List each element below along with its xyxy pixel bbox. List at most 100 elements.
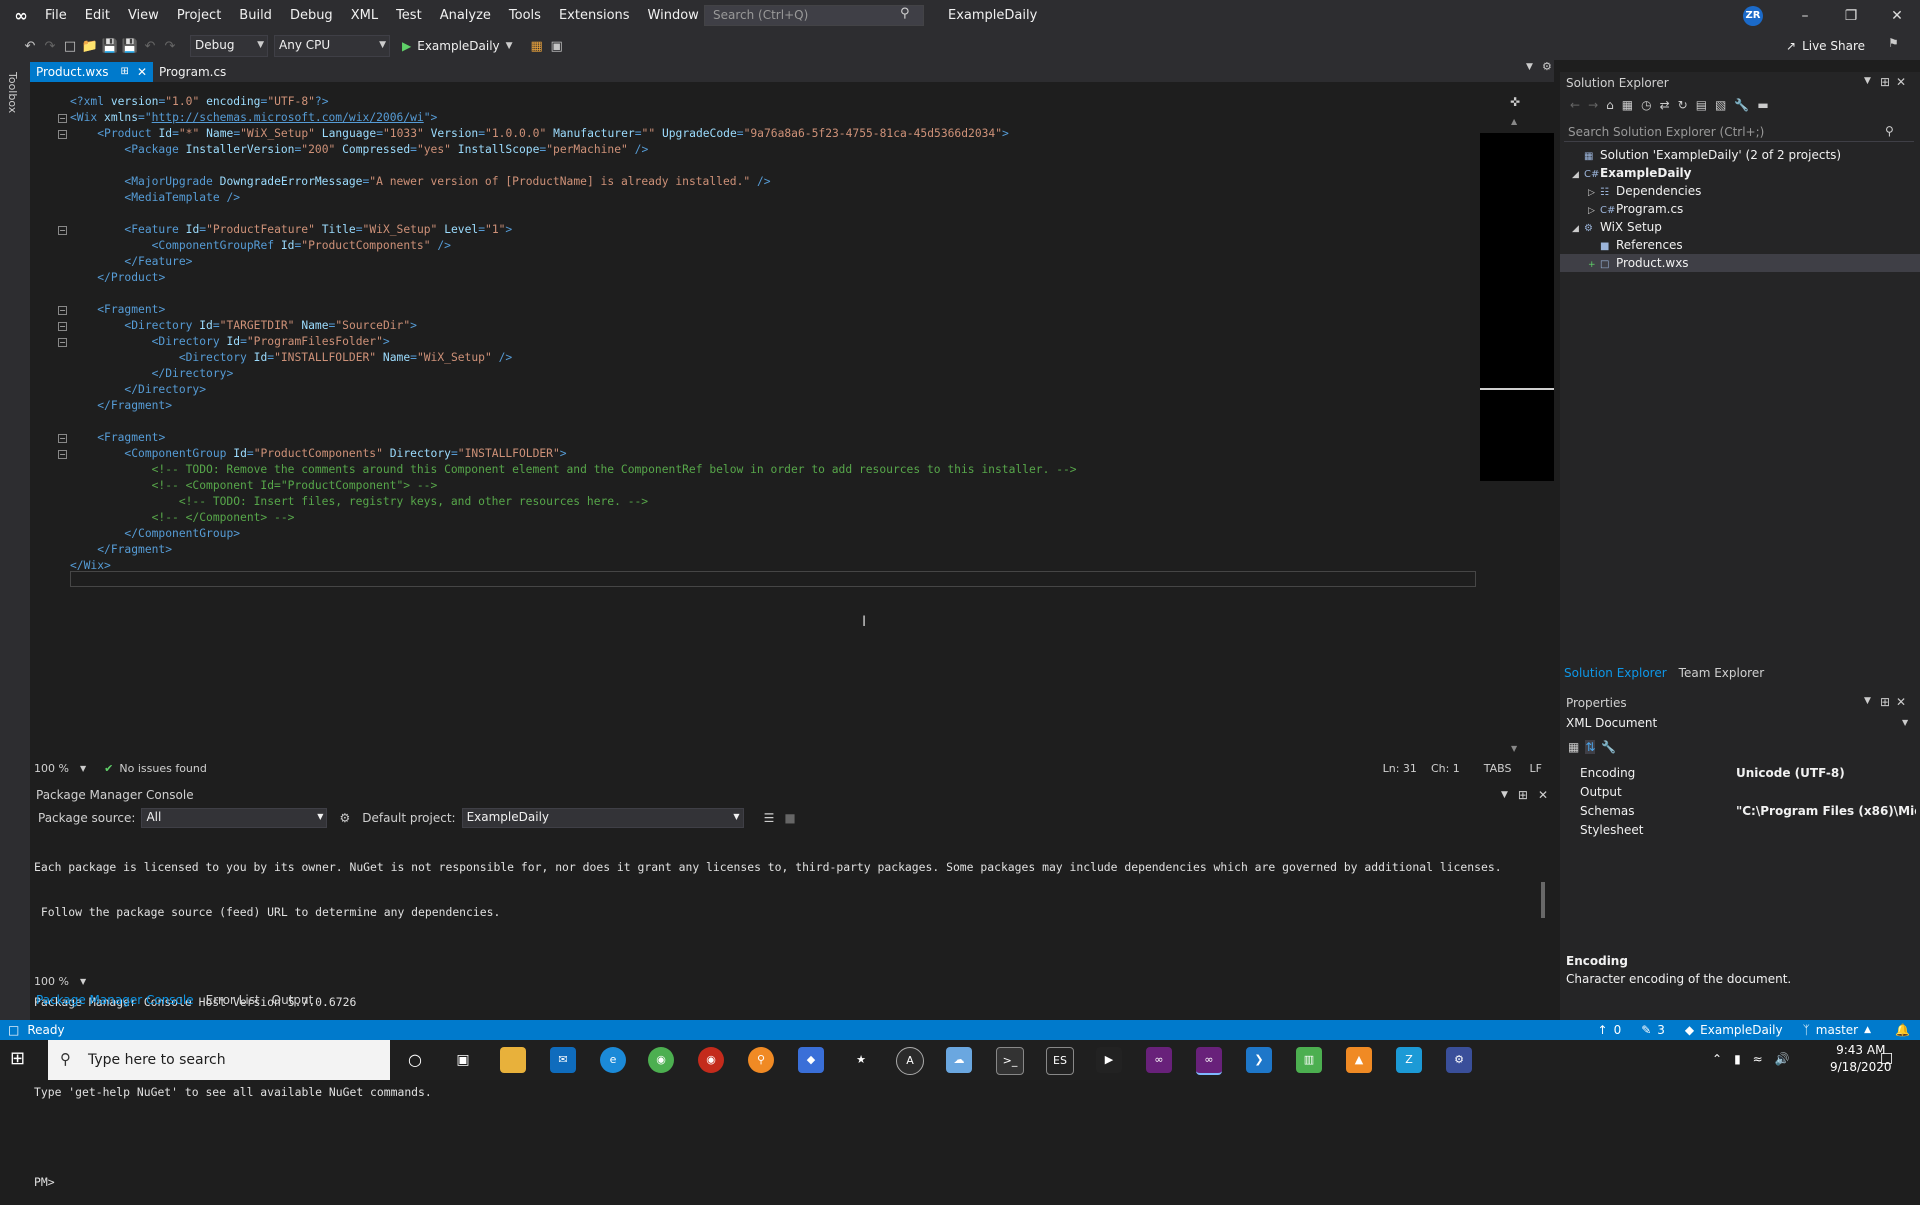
notifications-icon[interactable]: 🔔 — [1895, 1023, 1910, 1037]
minimize-icon[interactable]: – — [1782, 0, 1828, 32]
categorized-icon[interactable]: ▦ — [1568, 740, 1579, 754]
property-pages-icon[interactable]: 🔧 — [1601, 740, 1616, 754]
menu-window[interactable]: Window — [639, 0, 708, 32]
menu-analyze[interactable]: Analyze — [431, 0, 500, 32]
column-number[interactable]: Ch: 1 — [1431, 762, 1460, 775]
chevron-down-icon[interactable]: ▼ — [80, 764, 86, 773]
new-project-icon[interactable]: □ — [60, 39, 80, 54]
menu-test[interactable]: Test — [387, 0, 431, 32]
settings-icon[interactable]: ⚙ — [1542, 60, 1552, 73]
console-prompt[interactable]: PM> — [34, 1175, 1534, 1190]
search-icon[interactable]: ⚲ — [900, 6, 910, 21]
es-app-icon[interactable]: ES — [1046, 1047, 1074, 1075]
code-line[interactable]: <Feature Id="ProductFeature" Title="WiX_… — [70, 222, 512, 238]
show-all-files-icon[interactable]: ▧ — [1715, 98, 1726, 112]
package-source-select[interactable]: All ▼ — [141, 808, 328, 828]
code-line[interactable]: <Wix xmlns="http://schemas.microsoft.com… — [70, 110, 437, 126]
collapse-icon[interactable]: − — [58, 130, 67, 139]
issues-status[interactable]: No issues found — [119, 762, 206, 775]
tab-solution-explorer[interactable]: Solution Explorer — [1564, 666, 1667, 680]
minimap[interactable] — [1480, 93, 1554, 481]
screenshot-icon[interactable]: ▣ — [547, 39, 567, 54]
collapse-icon[interactable]: − — [58, 450, 67, 459]
code-line[interactable]: <Directory Id="ProgramFilesFolder"> — [70, 334, 390, 350]
menu-file[interactable]: File — [36, 0, 76, 32]
code-line[interactable]: <!-- TODO: Remove the comments around th… — [70, 462, 1077, 478]
run-button[interactable]: ▶ ExampleDaily ▼ — [402, 39, 513, 53]
code-line[interactable]: <MediaTemplate /> — [70, 190, 240, 206]
action-center-icon[interactable]: □ — [1880, 1050, 1893, 1066]
code-line[interactable]: <ComponentGroup Id="ProductComponents" D… — [70, 446, 566, 462]
expanded-icon[interactable]: ◢ — [1572, 220, 1584, 238]
tab-product-wxs[interactable]: Product.wxs ⊞ ✕ — [30, 62, 153, 82]
tree-project-exampledaily[interactable]: ◢ C#ExampleDaily — [1572, 164, 1912, 182]
toolbox-icon[interactable]: ▦ — [527, 39, 547, 54]
code-line[interactable]: <!-- <Component Id="ProductComponent"> -… — [70, 478, 438, 494]
split-icon[interactable]: ✜ — [1510, 95, 1520, 109]
close-icon[interactable]: ✕ — [137, 62, 147, 82]
battery-icon[interactable]: ▮ — [1734, 1052, 1741, 1066]
property-row[interactable]: Stylesheet — [1566, 821, 1916, 839]
menu-xml[interactable]: XML — [342, 0, 387, 32]
pin-icon[interactable]: ⊞ — [1518, 788, 1528, 802]
collapse-icon[interactable]: − — [58, 114, 67, 123]
menu-edit[interactable]: Edit — [76, 0, 119, 32]
tab-dropdown-icon[interactable]: ▼ — [1526, 62, 1533, 72]
toolbox-tab[interactable]: Toolbox — [6, 72, 19, 113]
repo-icon[interactable]: ◆ — [1685, 1023, 1694, 1037]
menu-project[interactable]: Project — [168, 0, 230, 32]
code-line[interactable]: <MajorUpgrade DowngradeErrorMessage="A n… — [70, 174, 770, 190]
code-line[interactable]: </Feature> — [70, 254, 192, 270]
home-icon[interactable]: ⌂ — [1606, 98, 1614, 112]
mail-icon[interactable]: ✉ — [550, 1047, 576, 1073]
tab-program-cs[interactable]: Program.cs — [153, 62, 232, 82]
vlc-icon[interactable]: ▲ — [1346, 1047, 1372, 1073]
expanded-icon[interactable]: ◢ — [1572, 166, 1584, 184]
indent-mode[interactable]: TABS — [1484, 762, 1512, 775]
windows-start-icon[interactable]: ⊞ — [10, 1048, 25, 1069]
code-line[interactable]: <Product Id="*" Name="WiX_Setup" Languag… — [70, 126, 1009, 142]
line-number[interactable]: Ln: 31 — [1383, 762, 1417, 775]
stop-icon[interactable]: ■ — [784, 811, 795, 825]
search-icon[interactable]: ⚲ — [1885, 124, 1894, 138]
minimap-viewport[interactable] — [1480, 388, 1554, 390]
back-icon[interactable]: ← — [1570, 98, 1580, 112]
chevron-down-icon[interactable]: ▼ — [1902, 718, 1908, 727]
volume-icon[interactable]: 🔊 — [1775, 1052, 1790, 1066]
open-folder-icon[interactable]: 📁 — [80, 39, 100, 54]
scrollbar-thumb[interactable] — [1541, 882, 1545, 918]
menu-build[interactable]: Build — [230, 0, 281, 32]
pmc-zoom[interactable]: 100 % — [34, 975, 80, 988]
code-line[interactable]: </Product> — [70, 270, 165, 286]
collapse-all-icon[interactable]: ▤ — [1696, 98, 1707, 112]
cloud-app-icon[interactable]: ☁ — [946, 1047, 972, 1073]
code-line[interactable]: <Directory Id="TARGETDIR" Name="SourceDi… — [70, 318, 417, 334]
branch-name[interactable]: master — [1816, 1023, 1858, 1037]
switch-views-icon[interactable]: ▦ — [1622, 98, 1633, 112]
history-icon[interactable]: ◷ — [1641, 98, 1651, 112]
config-select[interactable]: Debug ▼ — [190, 35, 268, 57]
chevron-down-icon[interactable]: ▼ — [80, 977, 86, 986]
changes-count[interactable]: 3 — [1657, 1023, 1665, 1037]
close-icon[interactable]: ✕ — [1874, 0, 1920, 32]
app-icon[interactable]: ◆ — [798, 1047, 824, 1073]
tab-team-explorer[interactable]: Team Explorer — [1679, 666, 1765, 680]
cortana-icon[interactable]: ○ — [402, 1047, 428, 1073]
live-share-button[interactable]: ↗ Live Share — [1786, 32, 1865, 60]
code-line[interactable]: <!-- </Component> --> — [70, 510, 295, 526]
alphabetical-icon[interactable]: ⇅ — [1585, 740, 1596, 754]
tree-product-wxs[interactable]: + □ Product.wxs — [1560, 254, 1920, 272]
edge-icon[interactable]: e — [600, 1047, 626, 1073]
code-editor[interactable] — [46, 93, 1480, 757]
scroll-up-icon[interactable]: ▲ — [1511, 117, 1517, 126]
task-view-icon[interactable]: ▣ — [450, 1047, 476, 1073]
default-project-select[interactable]: ExampleDaily ▼ — [461, 808, 744, 828]
terminal-icon[interactable]: >_ — [996, 1047, 1024, 1075]
menu-tools[interactable]: Tools — [500, 0, 550, 32]
file-explorer-icon[interactable] — [500, 1047, 526, 1073]
code-line[interactable]: <Package InstallerVersion="200" Compress… — [70, 142, 648, 158]
clear-console-icon[interactable]: ☰ — [764, 811, 775, 825]
chart-app-icon[interactable]: ▥ — [1296, 1047, 1322, 1073]
code-line[interactable]: </Directory> — [70, 366, 234, 382]
zoom-app-icon[interactable]: Z — [1396, 1047, 1422, 1073]
